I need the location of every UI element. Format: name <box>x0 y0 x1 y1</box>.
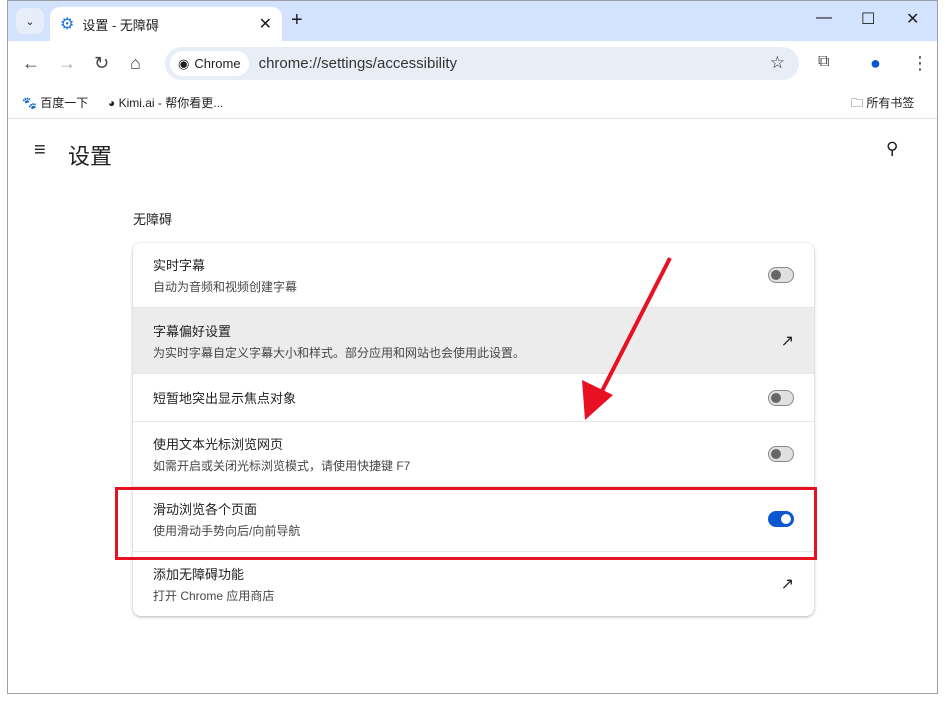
annotation-arrow-icon <box>582 257 672 420</box>
